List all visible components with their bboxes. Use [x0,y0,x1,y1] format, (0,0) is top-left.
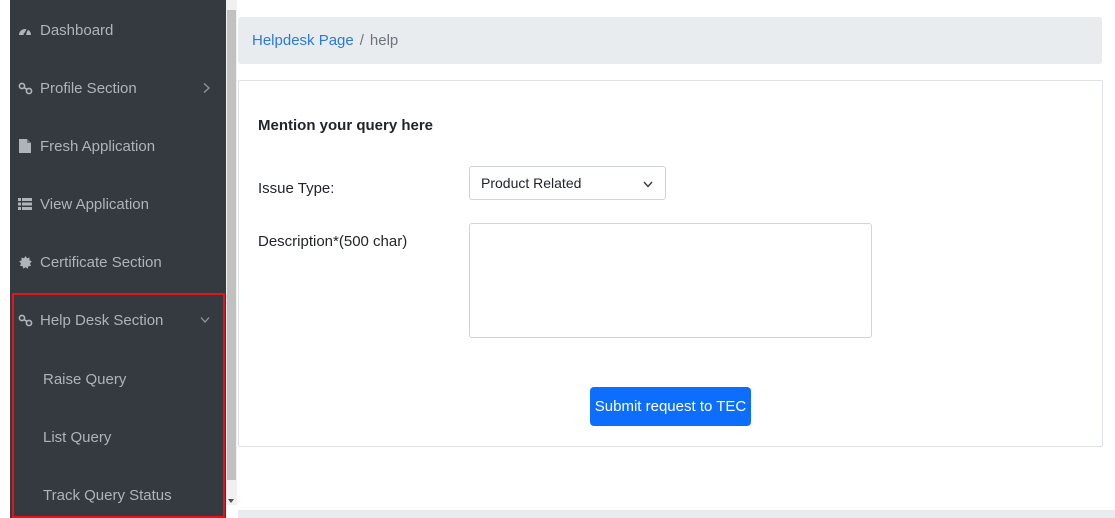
sidebar-item-help-desk-section[interactable]: Help Desk Section [16,291,226,349]
breadcrumb: Helpdesk Page / help [238,17,1102,64]
form-title: Mention your query here [258,117,434,134]
sidebar-item-label: Dashboard [40,21,114,39]
sidebar-item-dashboard[interactable]: Dashboard [16,1,226,59]
sidebar: Dashboard Profile Section Fresh Applicat… [0,0,226,518]
description-textarea[interactable] [469,223,872,338]
sidebar-subitem-label: List Query [43,428,112,446]
issue-type-value: Product Related [481,175,582,191]
sidebar-item-certificate-section[interactable]: Certificate Section [16,233,226,291]
file-icon [16,139,34,153]
breadcrumb-separator: / [359,32,364,49]
sidebar-item-label: Certificate Section [40,253,162,271]
sidebar-scrollbar[interactable] [226,0,237,505]
list-icon [16,198,34,210]
link-icon [16,314,34,327]
issue-type-select[interactable]: Product Related [469,166,666,200]
sidebar-subitem-raise-query[interactable]: Raise Query [43,350,126,408]
scrollbar-thumb[interactable] [227,10,236,480]
sidebar-edge [0,0,10,518]
sidebar-item-label: Help Desk Section [40,311,164,329]
dashboard-icon [16,24,34,36]
sidebar-subitem-label: Raise Query [43,370,127,388]
sidebar-item-label: View Application [40,195,149,213]
certificate-icon [16,255,34,269]
sidebar-item-profile-section[interactable]: Profile Section [16,59,226,117]
chevron-right-icon [203,83,210,94]
breadcrumb-link-helpdesk[interactable]: Helpdesk Page [252,32,354,49]
sidebar-subitem-label: Track Query Status [43,486,172,504]
submit-button[interactable]: Submit request to TEC [590,387,751,426]
query-form-card: Mention your query here Issue Type: Prod… [238,80,1103,447]
chevron-down-icon [200,317,210,324]
footer-divider [238,510,1115,518]
description-label: Description*(500 char) [258,233,408,250]
breadcrumb-current: help [369,32,399,49]
sidebar-item-fresh-application[interactable]: Fresh Application [16,117,226,175]
sidebar-item-view-application[interactable]: View Application [16,175,226,233]
sidebar-item-label: Fresh Application [40,137,156,155]
sidebar-subitem-track-query-status[interactable]: Track Query Status [43,466,172,518]
sidebar-subitem-list-query[interactable]: List Query [43,408,111,466]
issue-type-label: Issue Type: [258,180,335,197]
chevron-down-icon [643,175,653,191]
sidebar-item-label: Profile Section [40,79,137,97]
scroll-down-arrow-icon[interactable] [228,499,234,503]
link-icon [16,82,34,95]
